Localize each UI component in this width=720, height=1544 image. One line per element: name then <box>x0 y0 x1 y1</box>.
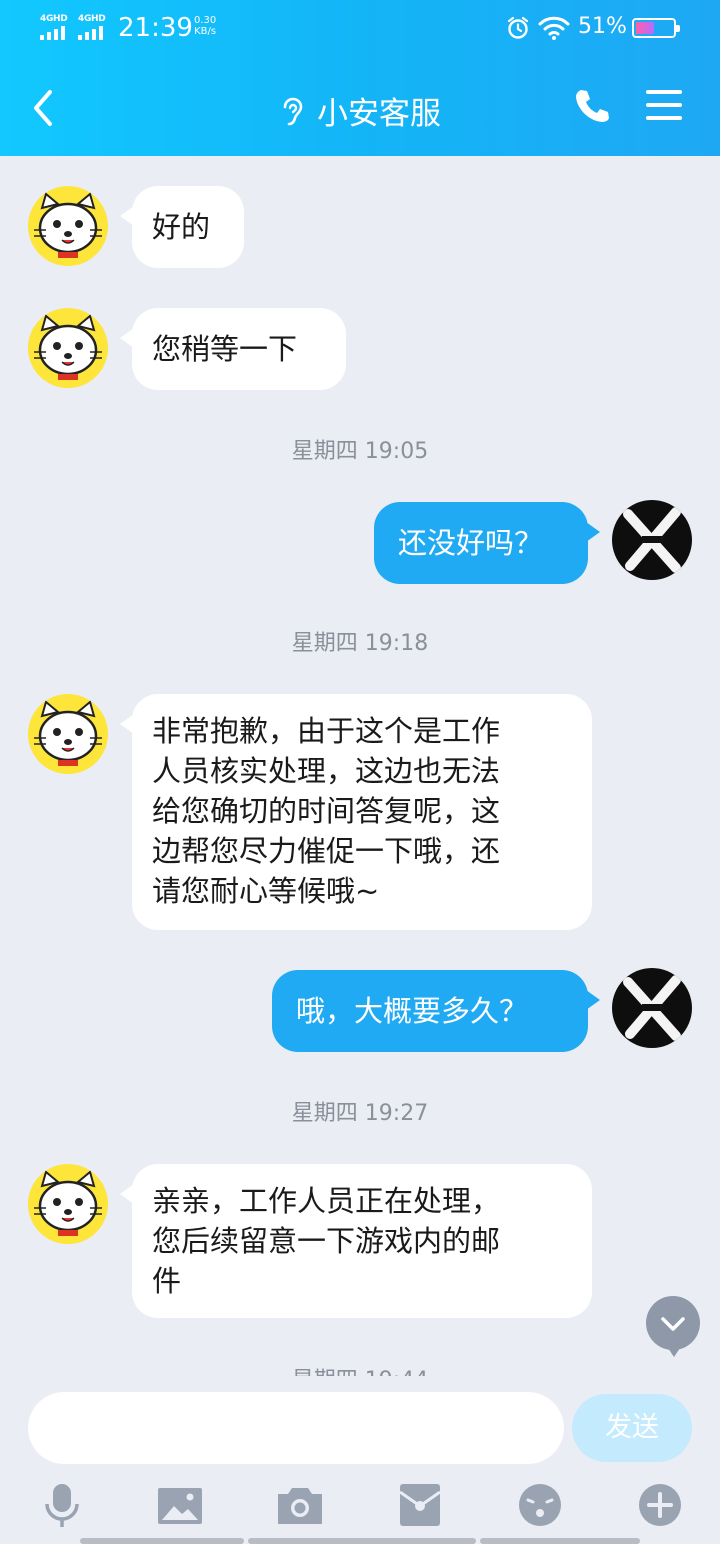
outgoing-message[interactable]: 还没好吗？ <box>374 502 600 584</box>
x-avatar-icon <box>623 507 681 573</box>
composer-toolbar <box>0 1480 720 1536</box>
alarm-icon <box>507 16 529 39</box>
gesture-bar <box>248 1538 476 1544</box>
signal-sim1-icon: 4GHD <box>40 14 74 40</box>
battery-icon <box>632 18 680 38</box>
message-line: 您后续留意一下游戏内的邮 <box>152 1224 501 1258</box>
network-speed: 0.30 KB/s <box>194 15 216 37</box>
message-text: 哦，大概要多久？ <box>296 994 529 1028</box>
timestamp: 星期四 19:27 <box>291 1101 429 1126</box>
message-text: 好的 <box>152 210 211 244</box>
message-line: 非常抱歉，由于这个是工作 <box>152 714 501 748</box>
status-time: 21:39 <box>118 13 193 43</box>
battery-percent: 51% <box>578 14 627 39</box>
emoji-icon[interactable] <box>516 1480 564 1530</box>
message-line: 给您确切的时间答复呢，这 <box>152 794 501 828</box>
chat-title: 小安客服 <box>0 88 720 133</box>
camera-icon[interactable] <box>276 1480 324 1530</box>
message-line: 件 <box>152 1264 182 1298</box>
plus-icon[interactable] <box>636 1480 684 1530</box>
incoming-message[interactable]: 您稍等一下 <box>120 308 346 390</box>
cat-avatar-icon <box>34 314 102 380</box>
incoming-message[interactable]: 亲亲，工作人员正在处理， 您后续留意一下游戏内的邮 件 <box>120 1164 592 1318</box>
gesture-bar <box>80 1538 244 1544</box>
x-avatar-icon <box>623 975 681 1041</box>
message-line: 人员核实处理，这边也无法 <box>152 754 501 788</box>
ear-icon <box>283 97 303 125</box>
user-avatar[interactable] <box>612 968 692 1048</box>
wifi-icon <box>538 16 570 40</box>
timestamp: 星期四 19:18 <box>291 631 429 656</box>
message-line: 请您耐心等候哦~ <box>152 874 380 908</box>
agent-avatar[interactable] <box>28 694 108 774</box>
red-packet-icon[interactable] <box>396 1480 444 1530</box>
app-header: 4GHD 4GHD 21:39 0.30 KB/s 51% 小安客服 <box>0 0 720 156</box>
phone-icon[interactable] <box>572 86 612 126</box>
incoming-message[interactable]: 好的 <box>120 186 244 268</box>
message-line: 亲亲，工作人员正在处理， <box>152 1184 501 1218</box>
message-input[interactable] <box>28 1392 564 1464</box>
chevron-down-icon <box>661 1317 685 1331</box>
cat-avatar-icon <box>34 1170 102 1236</box>
sim2-label: 4GHD <box>78 14 106 24</box>
microphone-icon[interactable] <box>38 1480 86 1530</box>
outgoing-message[interactable]: 哦，大概要多久？ <box>272 970 600 1052</box>
agent-avatar[interactable] <box>28 186 108 266</box>
battery-fill <box>636 22 654 34</box>
message-text: 还没好吗？ <box>398 526 544 560</box>
nav-bar: 小安客服 <box>0 64 720 156</box>
sim1-label: 4GHD <box>40 14 68 24</box>
agent-avatar[interactable] <box>28 308 108 388</box>
menu-icon[interactable] <box>646 90 682 120</box>
incoming-message[interactable]: 非常抱歉，由于这个是工作 人员核实处理，这边也无法 给您确切的时间答复呢，这 边… <box>120 694 592 930</box>
chat-title-text: 小安客服 <box>317 96 441 132</box>
user-avatar[interactable] <box>612 500 692 580</box>
status-bar: 4GHD 4GHD 21:39 0.30 KB/s 51% <box>0 0 720 56</box>
scroll-to-bottom-button[interactable] <box>646 1296 700 1357</box>
message-text: 您稍等一下 <box>152 332 298 366</box>
message-list[interactable]: 好的 您稍等一下 星期四 19:05 还没好吗？ 星期四 19:18 非常抱歉，… <box>0 156 720 1376</box>
image-icon[interactable] <box>156 1480 204 1530</box>
agent-avatar[interactable] <box>28 1164 108 1244</box>
network-speed-value: 0.30 <box>194 15 217 26</box>
signal-sim2-icon: 4GHD <box>78 14 112 40</box>
cat-avatar-icon <box>34 700 102 766</box>
timestamp: 星期四 19:44 <box>0 1362 720 1376</box>
send-button[interactable]: 发送 <box>572 1394 692 1462</box>
timestamp: 星期四 19:05 <box>291 439 429 464</box>
gesture-bar <box>480 1538 640 1544</box>
message-line: 边帮您尽力催促一下哦，还 <box>152 834 501 868</box>
composer: 发送 <box>0 1376 720 1544</box>
network-speed-unit: KB/s <box>194 26 217 37</box>
cat-avatar-icon <box>34 192 102 258</box>
